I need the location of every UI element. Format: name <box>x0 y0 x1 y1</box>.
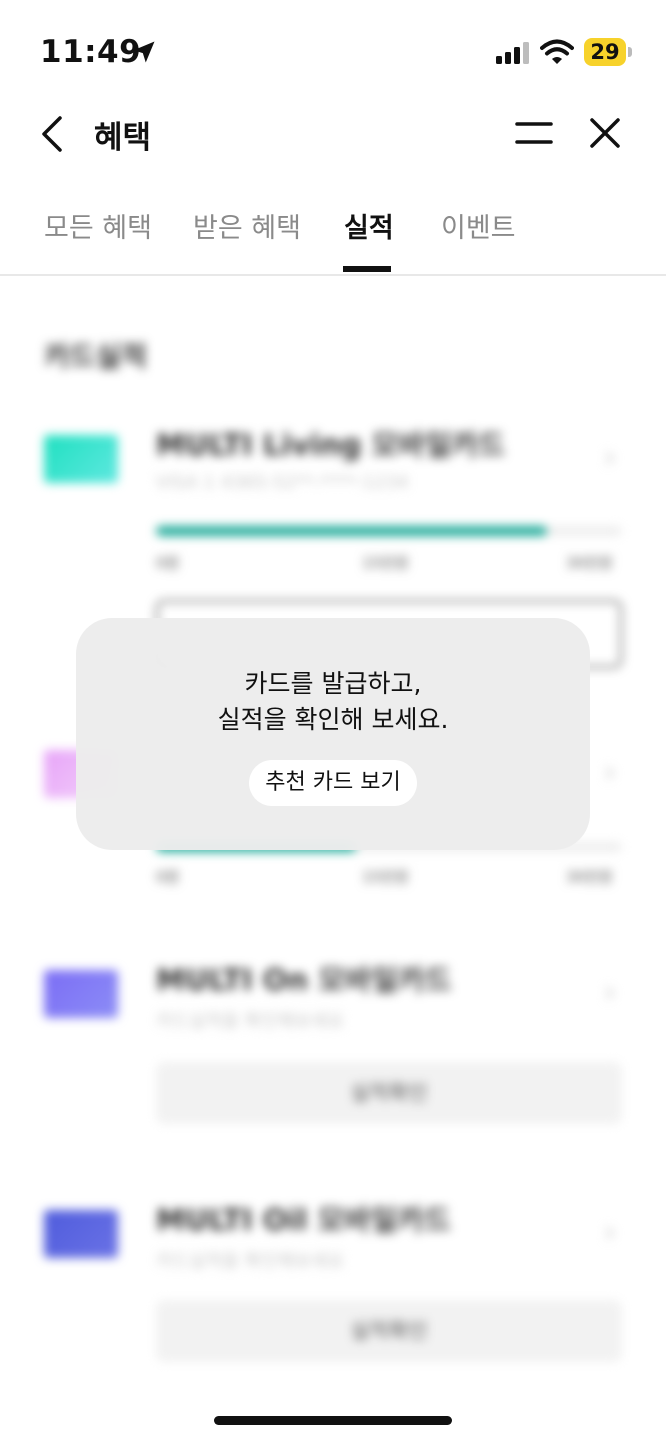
chevron-right-icon: › <box>604 975 616 1010</box>
tab-performance[interactable]: 실적 <box>344 206 394 245</box>
card-name: MULTI On 모바일카드 <box>156 963 452 997</box>
tab-bar: 모든 혜택 받은 혜택 실적 이벤트 <box>0 190 666 276</box>
active-tab-indicator <box>343 266 391 272</box>
tick-label: 0원 <box>156 868 180 886</box>
card-status: 카드실적을 확인해보세요 <box>156 1011 344 1032</box>
card-number: VISA 1 4365-52**-****-1234 <box>156 472 409 493</box>
section-title: 카드실적 <box>44 340 148 373</box>
chevron-right-icon: › <box>604 440 616 475</box>
popup-message-line2: 실적을 확인해 보세요. <box>217 705 449 734</box>
cellular-signal-icon <box>496 42 529 64</box>
progress-fill <box>156 526 548 536</box>
close-icon[interactable] <box>588 116 622 150</box>
card-thumbnail <box>44 1210 118 1258</box>
card-thumbnail <box>44 970 118 1018</box>
tab-received-benefits[interactable]: 받은 혜택 <box>193 206 301 245</box>
back-chevron-icon[interactable] <box>36 114 70 154</box>
card-name: MULTI Living 모바일카드 <box>156 428 505 462</box>
tick-label: 0원 <box>156 554 180 572</box>
progress-bar <box>156 526 622 536</box>
wifi-icon <box>540 39 574 64</box>
status-bar: 11:49 29 <box>0 0 666 100</box>
battery-tip <box>628 47 632 57</box>
tab-all-benefits[interactable]: 모든 혜택 <box>44 206 152 245</box>
tab-events[interactable]: 이벤트 <box>441 206 516 245</box>
status-time: 11:49 <box>40 34 142 70</box>
card-thumbnail <box>44 435 118 483</box>
tick-label: 30만원 <box>566 868 613 886</box>
popup-message-line1: 카드를 발급하고, <box>244 669 422 698</box>
tick-label: 15만원 <box>362 554 409 572</box>
battery-indicator: 29 <box>584 38 626 66</box>
chevron-right-icon: › <box>604 1215 616 1250</box>
chevron-right-icon: › <box>604 755 616 790</box>
page-title: 혜택 <box>94 120 152 156</box>
menu-icon[interactable] <box>514 116 554 150</box>
card-status: 카드실적을 확인해보세요 <box>156 1251 344 1272</box>
card-name: MULTI Oil 모바일카드 <box>156 1203 451 1237</box>
issue-card-popup: 카드를 발급하고, 실적을 확인해 보세요. 추천 카드 보기 <box>76 618 590 850</box>
check-performance-button[interactable]: 실적확인 <box>156 1062 622 1124</box>
header: 혜택 <box>0 100 666 170</box>
tick-label: 30만원 <box>566 554 613 572</box>
location-arrow-icon <box>133 41 155 63</box>
check-performance-button[interactable]: 실적확인 <box>156 1300 622 1362</box>
recommended-cards-button[interactable]: 추천 카드 보기 <box>249 760 417 806</box>
tick-label: 15만원 <box>362 868 409 886</box>
home-indicator <box>214 1416 452 1425</box>
